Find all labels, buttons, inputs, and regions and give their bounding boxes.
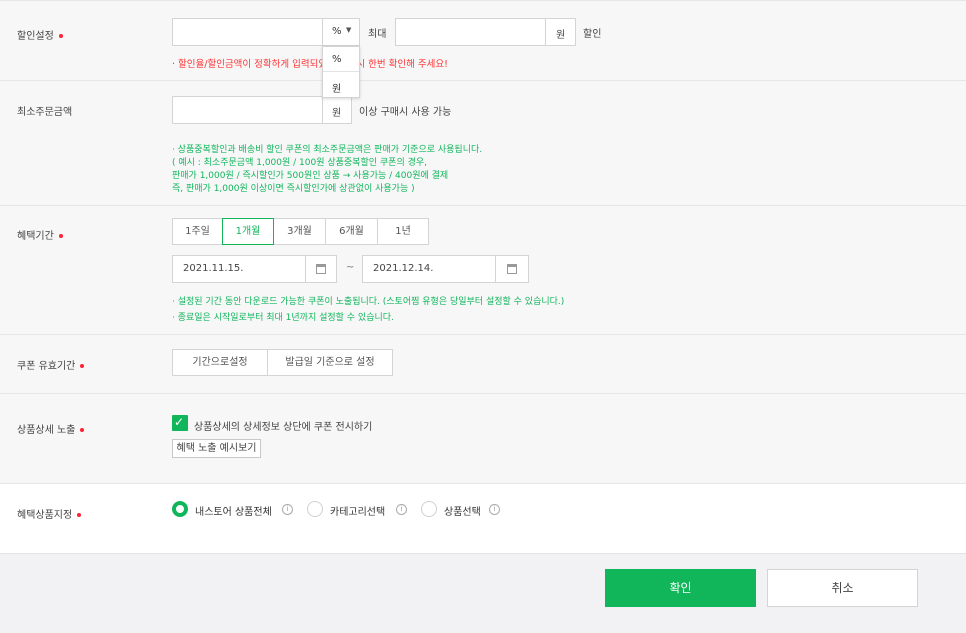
discount-label: 할인설정: [17, 27, 63, 42]
required-dot: [80, 428, 85, 432]
check-icon: ✓: [174, 415, 185, 429]
detail-exposure-checkbox[interactable]: ✓: [172, 415, 188, 431]
period-1month-button[interactable]: 1개월: [222, 218, 274, 245]
discount-unit-select[interactable]: % ▼: [322, 18, 360, 46]
chevron-down-icon: ▼: [346, 26, 352, 34]
coupon-validity-label: 쿠폰 유효기간: [17, 357, 85, 372]
period-3month-button[interactable]: 3개월: [273, 218, 326, 245]
period-note: · 종료일은 시작일로부터 최대 1년까지 설정할 수 있습니다.: [172, 313, 394, 323]
calendar-icon: [316, 264, 326, 274]
info-icon[interactable]: i: [282, 504, 293, 515]
target-products-section: [0, 484, 966, 553]
min-order-unit: 원: [322, 96, 352, 124]
period-note: · 설정된 기간 동안 다운로드 가능한 쿠폰이 노출됩니다. (스토어찜 유형…: [172, 297, 565, 307]
start-date-calendar-button[interactable]: [305, 255, 337, 283]
end-date-input[interactable]: 2021.12.14.: [362, 255, 496, 283]
benefit-period-label: 혜택기간: [17, 227, 63, 242]
discount-label-text: 할인설정: [17, 31, 54, 42]
divider: [0, 80, 966, 81]
discount-value-input[interactable]: [172, 18, 323, 46]
detail-exposure-checkbox-label: 상품상세의 상세정보 상단에 쿠폰 전시하기: [194, 422, 373, 433]
discount-unit-value: %: [332, 26, 342, 37]
max-label: 최대: [368, 29, 387, 40]
discount-warning: · 할인율/할인금액이 정확하게 입력되었는지 다시 한번 확인해 주세요!: [172, 59, 448, 70]
discount-max-input[interactable]: [395, 18, 546, 46]
required-dot: [80, 364, 85, 368]
discount-suffix: 할인: [583, 29, 602, 40]
divider: [0, 334, 966, 335]
end-date-calendar-button[interactable]: [495, 255, 529, 283]
required-dot: [58, 34, 63, 38]
benefit-preview-button[interactable]: 혜택 노출 예시보기: [172, 439, 261, 458]
dropdown-option-won[interactable]: 원: [323, 73, 359, 98]
target-products-label: 혜택상품지정: [17, 506, 82, 521]
min-order-note: · 상품중복할인과 배송비 할인 쿠폰의 최소주문금액은 판매가 기준으로 사용…: [172, 145, 483, 155]
detail-exposure-label: 상품상세 노출: [17, 421, 85, 436]
discount-unit-dropdown: % 원: [322, 46, 360, 98]
validity-by-period-button[interactable]: 기간으로설정: [172, 349, 268, 376]
start-date-value: 2021.11.15.: [183, 263, 244, 274]
calendar-icon: [507, 264, 517, 274]
form-body: [0, 0, 966, 484]
dropdown-option-percent[interactable]: %: [323, 47, 359, 72]
benefit-period-label-text: 혜택기간: [17, 231, 54, 242]
info-icon[interactable]: i: [396, 504, 407, 515]
target-category-radio[interactable]: [307, 501, 323, 517]
period-6month-button[interactable]: 6개월: [325, 218, 378, 245]
required-dot: [58, 234, 63, 238]
divider: [0, 0, 966, 1]
dropdown-option-text: %: [332, 54, 342, 65]
end-date-value: 2021.12.14.: [373, 263, 434, 274]
min-order-label: 최소주문금액: [17, 103, 72, 118]
divider: [0, 205, 966, 206]
target-products-label-text: 혜택상품지정: [17, 510, 73, 521]
dropdown-option-text: 원: [332, 84, 342, 95]
footer-bar: 확인 취소: [0, 553, 966, 633]
divider: [0, 393, 966, 394]
target-all-products-label: 내스토어 상품전체: [195, 507, 272, 518]
min-order-note: 즉, 판매가 1,000원 이상이면 즉시할인가에 상관없이 사용가능 ): [172, 184, 415, 194]
min-order-note: ( 예시 : 최소주문금액 1,000원 / 100원 상품중복할인 쿠폰의 경…: [172, 158, 428, 168]
max-unit-text: 원: [556, 30, 566, 41]
coupon-validity-label-text: 쿠폰 유효기간: [17, 361, 76, 372]
target-product-select-radio[interactable]: [421, 501, 437, 517]
cancel-button[interactable]: 취소: [767, 569, 918, 607]
detail-exposure-label-text: 상품상세 노출: [17, 425, 76, 436]
min-order-input[interactable]: [172, 96, 323, 124]
min-order-suffix: 이상 구매시 사용 가능: [359, 107, 452, 118]
min-order-note: 판매가 1,000원 / 즉시할인가 500원인 상품 → 사용가능 / 400…: [172, 171, 449, 181]
info-icon[interactable]: i: [489, 504, 500, 515]
max-unit-label: 원: [545, 18, 576, 46]
period-1year-button[interactable]: 1년: [377, 218, 429, 245]
validity-by-issue-date-button[interactable]: 발급일 기준으로 설정: [267, 349, 393, 376]
required-dot: [77, 513, 82, 517]
period-1week-button[interactable]: 1주일: [172, 218, 223, 245]
start-date-input[interactable]: 2021.11.15.: [172, 255, 306, 283]
date-range-tilde: ~: [346, 262, 355, 273]
target-category-label: 카테고리선택: [330, 507, 386, 518]
divider: [0, 483, 966, 484]
confirm-button[interactable]: 확인: [605, 569, 756, 607]
target-product-select-label: 상품선택: [444, 507, 481, 518]
min-order-unit-text: 원: [332, 108, 342, 119]
min-order-label-text: 최소주문금액: [17, 107, 73, 118]
target-all-products-radio[interactable]: [172, 501, 188, 517]
